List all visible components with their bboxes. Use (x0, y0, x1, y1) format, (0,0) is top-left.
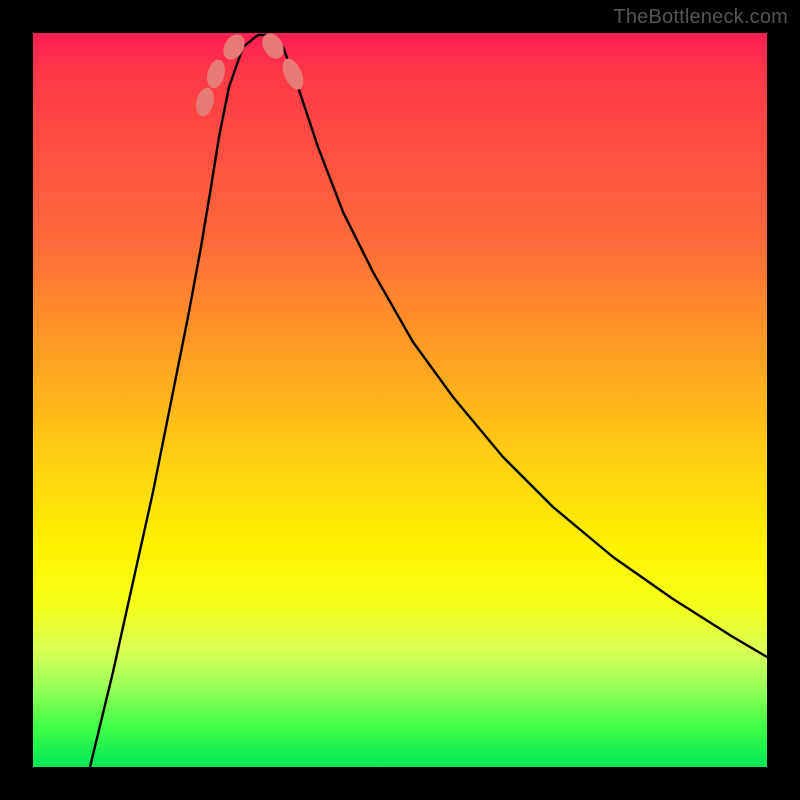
bottleneck-curve (90, 35, 767, 767)
curve-markers (194, 30, 307, 117)
marker-trough-left (220, 31, 249, 63)
marker-left-shoulder-top (194, 86, 216, 117)
attribution-text: TheBottleneck.com (613, 6, 788, 29)
marker-left-shoulder-bottom (205, 58, 227, 89)
curve-svg (33, 33, 767, 767)
marker-right-shoulder (279, 56, 307, 92)
plot-area (33, 33, 767, 767)
chart-frame: TheBottleneck.com (0, 0, 800, 800)
